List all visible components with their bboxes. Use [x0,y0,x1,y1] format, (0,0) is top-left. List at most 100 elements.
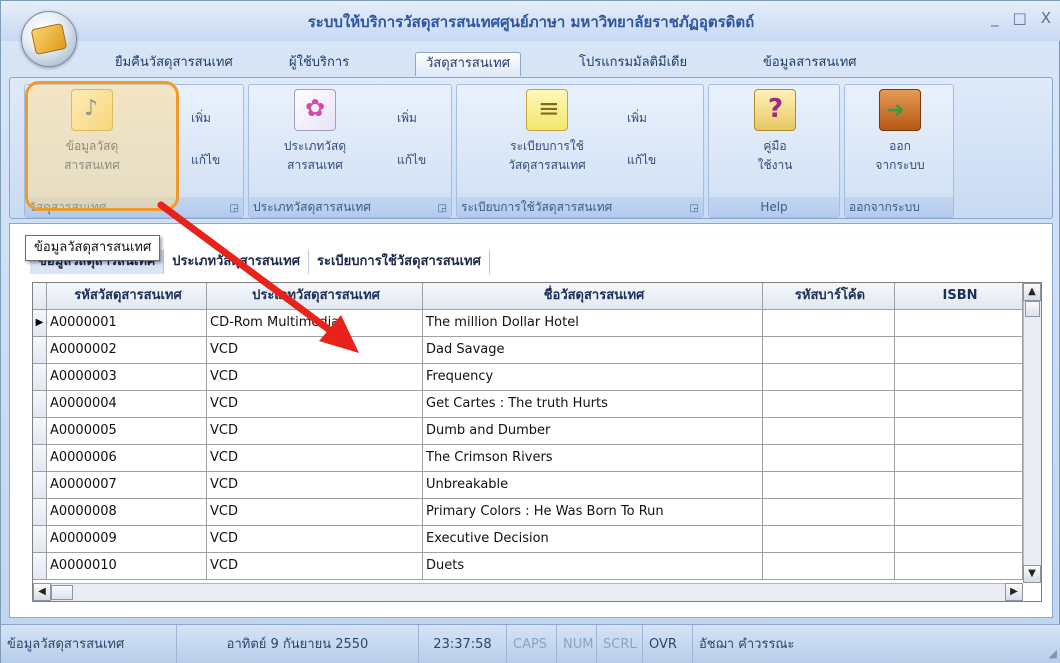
rules-add-button[interactable]: เพิ่ม [627,109,647,128]
cell-media-id[interactable]: A0000009 [47,526,207,553]
close-button[interactable]: X [1041,9,1051,27]
cell-barcode[interactable] [763,310,895,337]
scroll-up-icon[interactable]: ▲ [1023,283,1041,301]
cell-media-type[interactable]: VCD [207,418,423,445]
table-row[interactable]: A0000002 VCD Dad Savage [33,337,1023,364]
media-add-button[interactable]: เพิ่ม [191,109,211,128]
scroll-left-icon[interactable]: ◀ [33,583,51,601]
cell-media-id[interactable]: A0000004 [47,391,207,418]
cell-barcode[interactable] [763,391,895,418]
cell-media-name[interactable]: The million Dollar Hotel [423,310,763,337]
vertical-scroll-thumb[interactable] [1025,301,1040,317]
cell-media-name[interactable]: Executive Decision [423,526,763,553]
scroll-right-icon[interactable]: ▶ [1005,583,1023,601]
cell-media-name[interactable]: Frequency [423,364,763,391]
row-selector[interactable] [33,418,47,445]
table-row[interactable]: A0000009 VCD Executive Decision [33,526,1023,553]
col-media-type[interactable]: ประเภทวัสดุสารสนเทศ [207,283,423,310]
table-row[interactable]: A0000007 VCD Unbreakable [33,472,1023,499]
cell-media-name[interactable]: Unbreakable [423,472,763,499]
cell-isbn[interactable] [895,445,1023,472]
cell-media-id[interactable]: A0000005 [47,418,207,445]
media-edit-button[interactable]: แก้ไข [191,151,220,170]
row-selector[interactable] [33,526,47,553]
cell-media-type[interactable]: VCD [207,526,423,553]
media-rules-button[interactable]: ระเบียบการใช้ วัสดุสารสนเทศ [487,89,607,175]
cell-isbn[interactable] [895,391,1023,418]
col-barcode[interactable]: รหัสบาร์โค้ด [763,283,895,310]
group-launcher-icon[interactable]: ◲ [690,203,699,214]
cell-media-id[interactable]: A0000007 [47,472,207,499]
cell-media-id[interactable]: A0000001 [47,310,207,337]
cell-media-id[interactable]: A0000002 [47,337,207,364]
cell-media-type[interactable]: VCD [207,472,423,499]
cell-isbn[interactable] [895,499,1023,526]
cell-media-type[interactable]: VCD [207,364,423,391]
type-add-button[interactable]: เพิ่ม [397,109,417,128]
row-selector[interactable] [33,337,47,364]
table-row[interactable]: A0000004 VCD Get Cartes : The truth Hurts [33,391,1023,418]
cell-media-type[interactable]: VCD [207,391,423,418]
cell-media-name[interactable]: Duets [423,553,763,580]
scroll-down-icon[interactable]: ▼ [1023,565,1041,583]
cell-media-name[interactable]: The Crimson Rivers [423,445,763,472]
cell-media-id[interactable]: A0000006 [47,445,207,472]
cell-isbn[interactable] [895,553,1023,580]
cell-media-type[interactable]: VCD [207,499,423,526]
cell-barcode[interactable] [763,499,895,526]
cell-media-name[interactable]: Get Cartes : The truth Hurts [423,391,763,418]
cell-isbn[interactable] [895,337,1023,364]
col-media-name[interactable]: ชื่อวัสดุสารสนเทศ [423,283,763,310]
cell-barcode[interactable] [763,337,895,364]
cell-barcode[interactable] [763,418,895,445]
horizontal-scrollbar[interactable]: ◀ ▶ [33,583,1023,601]
row-selector[interactable] [33,364,47,391]
table-row[interactable]: A0000005 VCD Dumb and Dumber [33,418,1023,445]
cell-barcode[interactable] [763,553,895,580]
tab-info[interactable]: ข้อมูลสารสนเทศ [753,52,867,76]
row-selector[interactable] [33,391,47,418]
cell-isbn[interactable] [895,310,1023,337]
type-edit-button[interactable]: แก้ไข [397,151,426,170]
table-row[interactable]: A0000008 VCD Primary Colors : He Was Born … [33,499,1023,526]
cell-barcode[interactable] [763,472,895,499]
cell-media-id[interactable]: A0000003 [47,364,207,391]
tab-multimedia[interactable]: โปรแกรมมัลติมีเดีย [569,52,697,76]
rules-edit-button[interactable]: แก้ไข [627,151,656,170]
tab-media-type[interactable]: ประเภทวัสดุสารสนเทศ [164,250,309,274]
cell-media-type[interactable]: VCD [207,337,423,364]
cell-media-type[interactable]: CD-Rom Multimedia [207,310,423,337]
vertical-scrollbar[interactable]: ▲ ▼ [1023,283,1041,583]
tab-borrow-return[interactable]: ยืมคืนวัสดุสารสนเทศ [105,52,243,76]
row-selector[interactable] [33,499,47,526]
cell-barcode[interactable] [763,364,895,391]
tab-media-rules[interactable]: ระเบียบการใช้วัสดุสารสนเทศ [309,250,490,274]
table-row[interactable]: A0000010 VCD Duets [33,553,1023,580]
cell-barcode[interactable] [763,526,895,553]
table-row[interactable]: A0000006 VCD The Crimson Rivers [33,445,1023,472]
cell-barcode[interactable] [763,445,895,472]
resize-grip-icon[interactable]: ◢ [1049,647,1057,660]
cell-isbn[interactable] [895,418,1023,445]
row-selector[interactable]: ▶ [33,310,47,337]
cell-media-type[interactable]: VCD [207,445,423,472]
minimize-button[interactable]: _ [991,9,999,27]
tab-users[interactable]: ผู้ใช้บริการ [279,52,359,76]
table-row[interactable]: ▶ A0000001 CD-Rom Multimedia The million Do… [33,310,1023,337]
row-selector[interactable] [33,445,47,472]
table-row[interactable]: A0000003 VCD Frequency [33,364,1023,391]
manual-button[interactable]: คู่มือ ใช้งาน [725,89,825,175]
tab-media[interactable]: วัสดุสารสนเทศ [415,52,521,76]
cell-media-id[interactable]: A0000008 [47,499,207,526]
cell-media-type[interactable]: VCD [207,553,423,580]
cell-isbn[interactable] [895,364,1023,391]
col-isbn[interactable]: ISBN [895,283,1023,310]
group-launcher-icon[interactable]: ◲ [230,203,239,214]
cell-media-name[interactable]: Primary Colors : He Was Born To Run [423,499,763,526]
horizontal-scroll-thumb[interactable] [51,585,73,600]
cell-media-id[interactable]: A0000010 [47,553,207,580]
row-selector[interactable] [33,472,47,499]
cell-isbn[interactable] [895,526,1023,553]
maximize-button[interactable]: □ [1013,9,1027,27]
row-selector[interactable] [33,553,47,580]
